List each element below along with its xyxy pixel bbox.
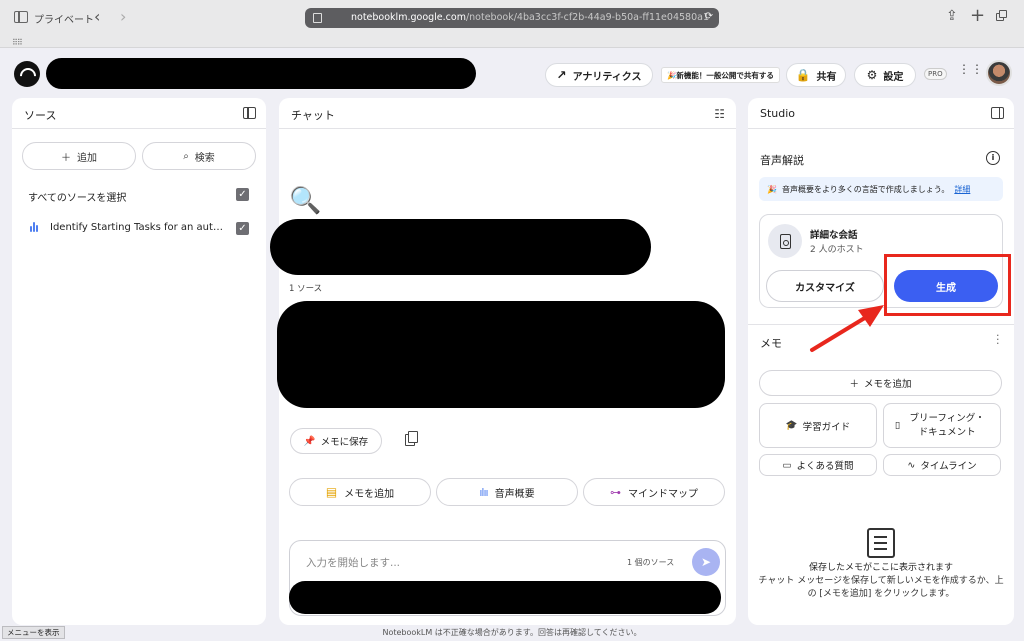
tune-settings-icon[interactable]: ☷ [714,107,725,121]
document-icon: ▤ [325,485,338,499]
speaker-icon [768,224,802,258]
card-title: 詳細な会話 [810,230,858,241]
magnifier-emoji-icon: 🔍 [289,186,322,216]
redacted-notebook-title [46,58,476,89]
divider [748,128,1014,129]
sidebar-toggle-icon[interactable] [14,11,28,23]
add-memo-chip[interactable]: ▤ メモを追加 [289,478,431,506]
favorites-grid-icon[interactable]: ⠿⠿ [12,38,23,47]
pro-badge: PRO [924,68,947,80]
back-arrow-icon[interactable]: ‹ [94,7,100,26]
analytics-button[interactable]: ↗ アナリティクス [545,63,653,87]
address-bar[interactable]: notebooklm.google.com/notebook/4ba3cc3f-… [305,8,719,28]
info-icon[interactable]: i [986,151,1000,165]
chat-source-count: 1 ソース [289,284,323,294]
tab-overview-icon[interactable] [996,10,1008,22]
share-button[interactable]: 🔒 共有 [786,63,846,87]
source-item-checkbox[interactable]: ✓ [236,222,249,235]
timeline-button[interactable]: ∿ タイムライン [883,454,1001,476]
new-tab-icon[interactable]: + [970,5,985,26]
audio-overview-chip[interactable]: ılıı 音声概要 [436,478,578,506]
faq-button[interactable]: ▭ よくある質問 [759,454,877,476]
disclaimer-text: NotebookLM は不正確な場合があります。回答は再確認してください。 [382,628,642,637]
lock-icon: 🔒 [795,68,811,82]
sources-title: ソース [24,109,57,122]
menu-tooltip: メニューを表示 [2,626,65,639]
divider [748,324,1014,325]
audio-overview-title: 音声解説 [760,154,804,167]
save-to-memo-button[interactable]: 📌 メモに保存 [290,428,382,454]
trending-up-icon: ↗ [556,68,567,82]
forward-arrow-icon[interactable]: › [120,7,126,26]
pin-icon: 📌 [303,435,316,447]
copy-icon[interactable] [405,431,418,446]
redacted-chat-heading [270,219,651,275]
share-icon[interactable]: ⇪ [946,8,958,24]
collapse-panel-icon[interactable] [243,107,256,119]
plus-icon: ＋ [849,379,859,390]
divider [279,128,736,129]
customize-button[interactable]: カスタマイズ [766,270,884,302]
studio-title: Studio [760,107,796,120]
google-apps-icon[interactable]: ⋮⋮⋮ [958,63,996,79]
audio-source-icon [30,222,40,234]
url-text: notebooklm.google.com/notebook/4ba3cc3f-… [351,12,709,23]
favorites-bar: ⠿⠿ [0,36,1024,48]
chat-bubble-icon: ▭ [782,459,792,471]
search-sources-button[interactable]: ⌕ 検索 [142,142,256,170]
audio-language-banner: 🎉 音声概要をより多くの言語で作成しましょう。 詳細 [759,177,1003,201]
browser-toolbar: プライベート ‹ › notebooklm.google.com/noteboo… [0,0,1024,36]
search-spark-icon: ⌕ [183,150,189,162]
avatar[interactable] [986,60,1012,86]
more-options-icon[interactable]: · · · [996,330,1000,349]
chat-panel: チャット ☷ 🔍 1 ソース 📌 メモに保存 ▤ メモを追加 ılıı 音声概要… [270,98,736,625]
party-icon: 🎉 [767,184,777,194]
mind-map-chip[interactable]: ⊶ マインドマップ [583,478,725,506]
settings-button[interactable]: ⚙ 設定 [854,63,916,87]
redacted-suggestion [289,581,721,614]
chat-input-placeholder[interactable]: 入力を開始します... [306,555,400,570]
notebooklm-logo-icon[interactable] [14,61,40,87]
redacted-chat-summary [277,301,725,408]
select-all-checkbox[interactable]: ✓ [236,188,249,201]
app-header: ↗ アナリティクス 🎉新機能！一般公開で共有する 🔒 共有 ⚙ 設定 PRO ⋮… [0,49,1024,97]
studio-panel: Studio 音声解説 i 🎉 音声概要をより多くの言語で作成しましょう。 詳細… [748,98,1014,625]
page-menu-icon[interactable] [313,13,322,23]
empty-memo-message: 保存したメモがここに表示されます チャット メッセージを保存して新しいメモを作成… [758,563,1004,599]
source-item-label[interactable]: Identify Starting Tasks for an author-d.… [50,222,228,233]
plus-icon: ＋ [61,152,71,164]
send-icon[interactable]: ➤ [692,548,720,576]
timeline-icon: ∿ [907,459,916,471]
chat-title: チャット [291,109,335,122]
add-source-button[interactable]: ＋ 追加 [22,142,136,170]
new-feature-banner[interactable]: 🎉新機能！一般公開で共有する [661,67,780,83]
select-all-label: すべてのソースを選択 [28,193,127,204]
briefing-doc-button[interactable]: ▯ ブリーフィング・ドキュメント [883,403,1001,448]
gear-icon: ⚙ [866,68,878,82]
memo-document-icon [867,528,895,558]
divider [12,128,266,129]
mind-map-icon: ⊶ [610,485,621,499]
audio-wave-icon: ılıı [479,485,488,499]
private-mode-label: プライベート [34,15,94,26]
card-subtitle: 2 人のホスト [810,245,864,255]
highlight-annotation-box [884,254,1011,316]
memo-title: メモ [760,337,782,350]
reload-icon[interactable]: ⟳ [705,11,713,22]
add-memo-button[interactable]: ＋ メモを追加 [759,370,1002,396]
document-icon: ▯ [894,420,901,431]
study-guide-button[interactable]: 🎓 学習ガイド [759,403,877,448]
collapse-panel-icon[interactable] [991,107,1004,119]
sources-panel: ソース ＋ 追加 ⌕ 検索 すべてのソースを選択 ✓ Identify Star… [12,98,266,625]
input-source-count: 1 個のソース [627,558,675,567]
graduation-cap-icon: 🎓 [785,420,798,431]
details-link[interactable]: 詳細 [954,184,970,195]
